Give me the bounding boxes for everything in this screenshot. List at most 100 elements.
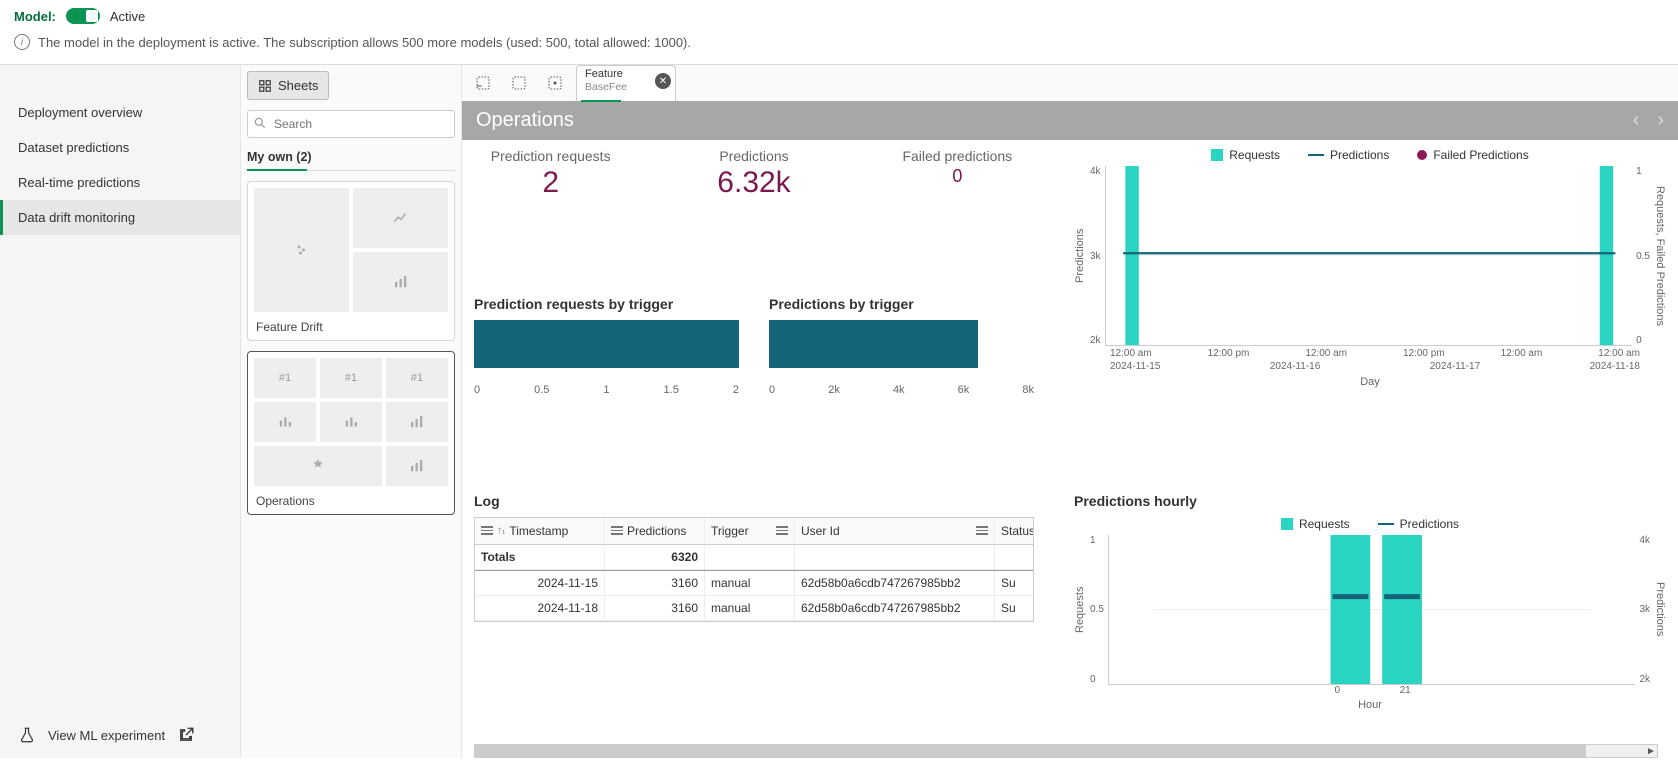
model-label: Model: [14, 9, 56, 24]
xtick: 4k [893, 384, 905, 396]
thumb-cell [254, 402, 316, 442]
column-menu-icon[interactable] [776, 526, 788, 535]
table-row[interactable]: 2024-11-18 3160 manual 62d58b0a6cdb74726… [475, 596, 1033, 621]
flask-icon [18, 726, 36, 744]
search-icon [253, 116, 267, 130]
kpi-failed-predictions: Failed predictions 0 [881, 148, 1034, 286]
xtick: 2 [733, 384, 739, 396]
log-table[interactable]: ↑₁Timestamp Predictions Trigger User Id … [474, 517, 1034, 622]
cell-status: Su [995, 571, 1034, 596]
xtick: 2k [828, 384, 840, 396]
thumb-cell [353, 188, 448, 248]
y-axis-left-label: Predictions [1074, 166, 1086, 346]
header: Model: Active i The model in the deploym… [0, 0, 1678, 54]
horizontal-scrollbar[interactable]: ◄ ► [474, 744, 1658, 758]
col-timestamp: Timestamp [509, 524, 568, 538]
nav-real-time-predictions[interactable]: Real-time predictions [0, 165, 240, 200]
nav-dataset-predictions[interactable]: Dataset predictions [0, 130, 240, 165]
sheet-card-label: Operations [254, 492, 448, 508]
next-sheet-button[interactable]: › [1657, 109, 1664, 132]
table-row[interactable]: 2024-11-15 3160 manual 62d58b0a6cdb74726… [475, 571, 1033, 596]
thumb-cell: #1 [254, 358, 316, 398]
thumb-cell: #1 [320, 358, 382, 398]
cell-trigger: manual [705, 571, 795, 596]
external-link-icon [177, 726, 195, 744]
kpi-title: Predictions [677, 148, 830, 164]
xtick: 0 [769, 384, 775, 396]
sheet-card-operations[interactable]: #1 #1 #1 Operations [247, 351, 455, 515]
ytick: 3k [1639, 604, 1650, 615]
kpi-title: Failed predictions [881, 148, 1034, 164]
totals-label: Totals [475, 545, 605, 570]
model-info-text: The model in the deployment is active. T… [38, 35, 691, 50]
thumb-cell [353, 252, 448, 312]
kpi-title: Prediction requests [474, 148, 627, 164]
ytick: 4k [1639, 535, 1650, 546]
ytick: 0.5 [1636, 251, 1650, 262]
cell-userid: 62d58b0a6cdb747267985bb2 [795, 596, 995, 621]
chart-title: Predictions hourly [1074, 493, 1666, 509]
nav-deployment-overview[interactable]: Deployment overview [0, 95, 240, 130]
xtick: 2024-11-16 [1270, 361, 1320, 372]
hourly-chart[interactable]: Predictions hourly Requests Predictions … [1074, 493, 1666, 758]
kpi-row: Prediction requests 2 Predictions 6.32k … [474, 148, 1034, 286]
view-ml-experiment-link[interactable]: View ML experiment [0, 712, 240, 758]
predictions-by-trigger-chart[interactable]: Predictions by trigger 0 2k 4k 6k 8k [769, 296, 1034, 482]
ytick: 2k [1639, 674, 1650, 685]
model-active-text: Active [110, 9, 145, 24]
kpi-value: 0 [881, 166, 1034, 187]
prev-sheet-button[interactable]: ‹ [1633, 109, 1640, 132]
close-icon[interactable]: ✕ [655, 73, 671, 89]
sheet-card-feature-drift[interactable]: Feature Drift [247, 181, 455, 341]
column-menu-icon[interactable] [611, 526, 623, 535]
hourly-plot [1108, 535, 1636, 685]
ml-experiment-label: View ML experiment [48, 728, 165, 743]
legend-requests: Requests [1229, 148, 1280, 162]
model-active-toggle[interactable] [66, 8, 100, 24]
sheet-card-label: Feature Drift [254, 318, 448, 334]
kpi-prediction-requests: Prediction requests 2 [474, 148, 627, 286]
grid-icon [258, 79, 272, 93]
timeseries-chart[interactable]: Requests Predictions Failed Predictions … [1074, 148, 1666, 483]
requests-by-trigger-chart[interactable]: Prediction requests by trigger 0 0.5 1 1… [474, 296, 739, 482]
page-title: Operations [476, 109, 574, 132]
clear-selection-icon[interactable] [538, 67, 572, 99]
thumb-cell [254, 188, 349, 312]
x-axis-label: Day [1074, 376, 1666, 388]
lasso-tool-icon[interactable] [466, 67, 500, 99]
nav-data-drift-monitoring[interactable]: Data drift monitoring [0, 200, 240, 235]
log-title: Log [474, 493, 1034, 509]
legend-requests: Requests [1299, 517, 1350, 531]
column-menu-icon[interactable] [481, 526, 493, 535]
legend-failed: Failed Predictions [1433, 148, 1528, 162]
thumb-cell [320, 402, 382, 442]
operations-header: Operations ‹ › [462, 101, 1678, 140]
kpi-predictions: Predictions 6.32k [677, 148, 830, 286]
column-menu-icon[interactable] [976, 526, 988, 535]
sheets-panel: Sheets My own (2) Feature Drift #1 #1 #1 [240, 65, 462, 758]
ytick: 4k [1090, 166, 1101, 177]
thumb-cell [254, 446, 382, 486]
scroll-thumb[interactable] [475, 745, 1586, 757]
xtick: 21 [1400, 685, 1411, 696]
cell-trigger: manual [705, 596, 795, 621]
timeseries-plot [1105, 166, 1633, 346]
scroll-right-icon[interactable]: ► [1644, 745, 1658, 757]
ytick: 1 [1090, 535, 1104, 546]
my-own-tab[interactable]: My own (2) [247, 150, 455, 171]
search-input[interactable] [247, 110, 455, 138]
y-axis-right-label: Requests, Failed Predictions [1654, 166, 1666, 346]
xtick: 12:00 am [1598, 348, 1640, 359]
feature-tab[interactable]: Feature BaseFee ✕ [576, 65, 676, 101]
col-predictions: Predictions [627, 524, 686, 538]
cell-predictions: 3160 [605, 571, 705, 596]
xtick: 12:00 pm [1403, 348, 1445, 359]
content-area: Feature BaseFee ✕ Operations ‹ › Predict… [462, 65, 1678, 758]
sheets-label: Sheets [278, 78, 318, 93]
col-status: Status [1001, 524, 1034, 538]
selection-tool-icon[interactable] [502, 67, 536, 99]
y-axis-left-label: Requests [1074, 535, 1086, 685]
sheets-button[interactable]: Sheets [247, 71, 329, 100]
xtick: 2024-11-15 [1110, 361, 1160, 372]
sort-icon[interactable]: ↑₁ [497, 525, 505, 536]
